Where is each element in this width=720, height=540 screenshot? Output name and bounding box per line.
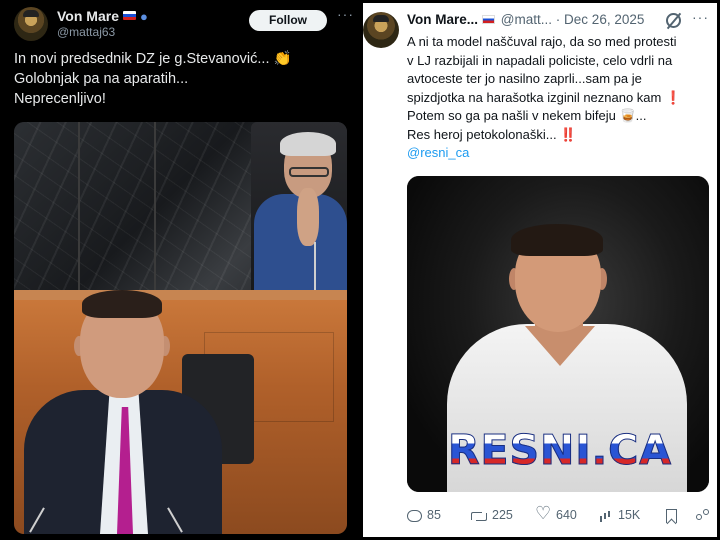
repost-count: 225 <box>492 508 513 522</box>
post-text-line: In novi predsednik DZ je g.Stevanović... <box>14 51 270 67</box>
person-icon: ● <box>139 9 148 24</box>
reply-button[interactable]: 85 <box>407 506 441 524</box>
microphone <box>314 242 316 294</box>
heart-icon <box>535 504 551 522</box>
share-button[interactable] <box>695 506 714 524</box>
post-text-line: Golobnjak pa na aparatih... <box>14 71 189 87</box>
right-post-screenshot: Von Mare... @matt... · Dec 26, 2025 ··· … <box>363 3 717 537</box>
bookmark-button[interactable] <box>666 506 682 524</box>
views-icon <box>600 510 613 522</box>
post-text-line: A ni ta model naščuval rajo, da so med p… <box>407 34 677 49</box>
action-bar: 85 225 640 15K <box>407 504 714 524</box>
follow-button[interactable]: Follow <box>249 10 327 31</box>
exclamation-icon: ❗ <box>665 89 682 105</box>
like-count: 640 <box>556 508 577 522</box>
wall-seam <box>154 122 156 300</box>
mention-link[interactable]: @resni_ca <box>407 145 469 160</box>
author-avatar[interactable] <box>363 12 399 48</box>
separator-dot: · <box>555 12 561 27</box>
post-text-line: Neprecenljivo! <box>14 91 106 107</box>
parliament-photo[interactable] <box>14 122 347 534</box>
author-avatar[interactable] <box>14 7 48 41</box>
repost-icon <box>471 510 487 522</box>
post-text: A ni ta model naščuval rajo, da so med p… <box>407 33 713 163</box>
share-icon <box>695 508 709 523</box>
post-text: In novi predsednik DZ je g.Stevanović...… <box>14 49 344 109</box>
left-post-screenshot: Von Mare ● @mattaj63 Follow ··· In novi p… <box>0 0 357 540</box>
more-options-icon[interactable]: ··· <box>337 6 354 22</box>
speaker-hair <box>82 290 162 318</box>
double-exclamation-icon: ‼️ <box>560 126 577 142</box>
reply-icon <box>407 509 422 522</box>
glasses <box>289 167 329 177</box>
glass-icon: 🥃 <box>619 108 636 123</box>
repost-button[interactable]: 225 <box>471 506 513 524</box>
clasped-hands <box>297 188 319 246</box>
author-handle[interactable]: @matt... <box>501 12 552 27</box>
slovenia-flag-icon <box>122 11 136 20</box>
post-text-line: avtoceste ter jo nasilno zaprli...sam pa… <box>407 71 642 86</box>
portrait-photo[interactable]: RESNI.CA <box>407 176 709 492</box>
hair <box>511 224 603 256</box>
grok-icon[interactable] <box>666 13 681 28</box>
more-options-icon[interactable]: ··· <box>692 9 709 25</box>
wall-seam <box>78 122 80 300</box>
author-handle[interactable]: @mattaj63 <box>57 25 115 39</box>
post-text-line: v LJ razbijali in napadali policiste, ce… <box>407 52 673 68</box>
ellipsis: ... <box>635 108 647 123</box>
post-date[interactable]: Dec 26, 2025 <box>564 12 644 27</box>
views-count: 15K <box>618 508 641 522</box>
presiding-official-hair <box>280 132 336 156</box>
author-name[interactable]: Von Mare <box>57 8 119 24</box>
desk-top <box>14 290 347 300</box>
author-name[interactable]: Von Mare <box>407 12 467 27</box>
views-button[interactable]: 15K <box>600 506 640 524</box>
post-text-line: Res heroj petokolonaški... <box>407 126 557 142</box>
slovenia-flag-icon <box>482 15 496 24</box>
post-text-line: spizdjotka na harašotka izginil neznano … <box>407 89 662 105</box>
clap-icon: 👏 <box>273 51 292 67</box>
like-button[interactable]: 640 <box>535 504 577 524</box>
resni-ca-watermark: RESNI.CA <box>435 426 685 475</box>
post-text-line: Potem so ga pa našli v nekem bifeju <box>407 108 616 123</box>
reply-count: 85 <box>427 508 441 522</box>
bookmark-icon <box>666 508 677 523</box>
author-name-row[interactable]: Von Mare ● <box>57 8 148 24</box>
